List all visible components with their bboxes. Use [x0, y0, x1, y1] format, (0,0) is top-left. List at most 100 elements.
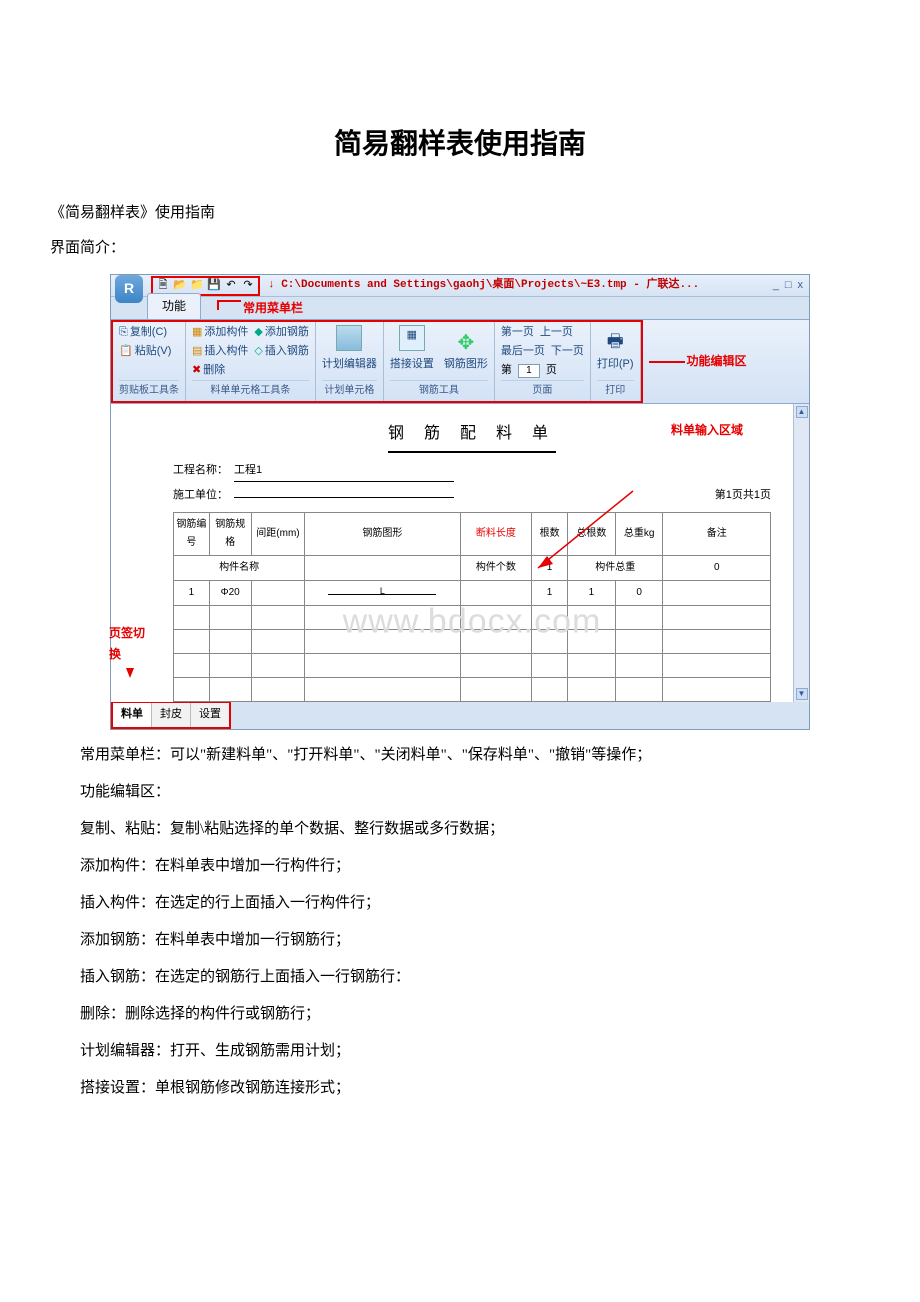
lap-setting-button[interactable]: ▦ 搭接设置 [390, 325, 434, 375]
new-icon[interactable]: 🗎 [156, 279, 170, 293]
table-header-row: 钢筋编号 钢筋规格 间距(mm) 钢筋图形 断料长度 根数 总根数 总重kg 备… [174, 512, 771, 555]
insert-rebar-button[interactable]: ◇插入钢筋 [254, 344, 308, 359]
explain-p1: 常用菜单栏：可以"新建料单"、"打开料单"、"关闭料单"、"保存料单"、"撤销"… [50, 742, 890, 769]
plan-editor-icon [336, 325, 362, 351]
scroll-down-icon[interactable]: ▼ [796, 688, 808, 700]
tab-cover[interactable]: 封皮 [152, 703, 191, 727]
last-page-button[interactable]: 最后一页 [501, 344, 545, 359]
paste-label: 粘贴(V) [135, 344, 172, 359]
maximize-icon[interactable]: □ [785, 276, 792, 296]
tab-material-list[interactable]: 料单 [113, 703, 152, 727]
construction-unit-value[interactable] [234, 497, 454, 498]
explain-p2: 功能编辑区： [50, 779, 890, 806]
table-row[interactable] [174, 677, 771, 701]
first-page-button[interactable]: 第一页 [501, 325, 534, 340]
table-row[interactable] [174, 605, 771, 629]
cell-spec[interactable]: Φ20 [209, 580, 251, 605]
ribbon-group-tools: ▦ 搭接设置 ✥ 钢筋图形 钢筋工具 [384, 322, 495, 401]
th-spec: 钢筋规格 [209, 512, 251, 555]
app-logo[interactable]: R [115, 275, 143, 303]
print-button[interactable]: 🖶 打印(P) [597, 325, 634, 375]
ribbon-bar: ⎘ 复制(C) 📋 粘贴(V) 剪贴板工具条 ▦添加构件 ◆添加钢筋 [111, 319, 809, 404]
insert-icon: ▤ [192, 344, 202, 359]
page-prefix: 第 [501, 363, 512, 378]
print-icon: 🖶 [602, 325, 628, 351]
add-icon: ▦ [192, 325, 202, 340]
th-no: 钢筋编号 [174, 512, 210, 555]
lap-label: 搭接设置 [390, 355, 434, 375]
component-name-value[interactable] [305, 555, 460, 580]
add-rebar-icon: ◆ [254, 325, 262, 340]
print-label: 打印(P) [597, 355, 634, 375]
table-row[interactable] [174, 629, 771, 653]
cell-no[interactable]: 1 [174, 580, 210, 605]
delete-button[interactable]: ✖删除 [192, 363, 225, 378]
next-page-button[interactable]: 下一页 [551, 344, 584, 359]
plan-editor-button[interactable]: 计划编辑器 [322, 325, 377, 375]
scroll-up-icon[interactable]: ▲ [796, 406, 808, 418]
th-total: 总根数 [567, 512, 615, 555]
sheet-pager: 第1页共1页 [715, 486, 771, 506]
copy-button[interactable]: ⎘ 复制(C) [119, 325, 179, 340]
add-rebar-button[interactable]: ◆添加钢筋 [254, 325, 308, 340]
add-component-button[interactable]: ▦添加构件 [192, 325, 248, 340]
paste-button[interactable]: 📋 粘贴(V) [119, 344, 179, 359]
ribbon-tab-main[interactable]: 功能 [147, 293, 201, 320]
th-weight: 总重kg [615, 512, 663, 555]
page-group-label: 页面 [501, 380, 584, 400]
cell-count[interactable]: 1 [532, 580, 568, 605]
explain-p6: 添加钢筋：在料单表中增加一行钢筋行； [50, 927, 890, 954]
save-icon[interactable]: 💾 [207, 279, 221, 293]
ribbon-group-cell: ▦添加构件 ◆添加钢筋 ▤插入构件 ◇插入钢筋 ✖删除 料单单元格工具条 [186, 322, 316, 401]
explain-p4: 添加构件：在料单表中增加一行构件行； [50, 853, 890, 880]
insert-component-button[interactable]: ▤插入构件 [192, 344, 248, 359]
cell-cut[interactable] [460, 580, 532, 605]
cell-note[interactable] [663, 580, 771, 605]
page-number-input[interactable] [518, 364, 540, 378]
left-gutter: 页签切换 [111, 404, 151, 701]
quick-access-row: R 🗎 📂 📁 💾 ↶ ↷ ↓ C:\Documents and Setting… [111, 275, 809, 297]
vertical-scrollbar[interactable]: ▲ ▼ [793, 404, 809, 701]
explain-p9: 计划编辑器：打开、生成钢筋需用计划； [50, 1038, 890, 1065]
ribbon-group-print: 🖶 打印(P) 打印 [591, 322, 641, 401]
explain-p8: 删除：删除选择的构件行或钢筋行； [50, 1001, 890, 1028]
cell-group-label: 料单单元格工具条 [192, 380, 309, 400]
add-rebar-label: 添加钢筋 [265, 325, 309, 340]
open-icon[interactable]: 📂 [173, 279, 187, 293]
th-span: 间距(mm) [251, 512, 305, 555]
project-name-value[interactable]: 工程1 [234, 461, 454, 482]
th-count: 根数 [532, 512, 568, 555]
page-suffix: 页 [546, 363, 557, 378]
sheet-area: 钢 筋 配 料 单 料单输入区域 工程名称： 工程1 施工单位： 第1页共1页 … [151, 404, 793, 701]
ribbon-group-clipboard: ⎘ 复制(C) 📋 粘贴(V) 剪贴板工具条 [113, 322, 186, 401]
cell-span[interactable] [251, 580, 305, 605]
table-row[interactable]: 1 Φ20 1 1 0 [174, 580, 771, 605]
table-row[interactable] [174, 653, 771, 677]
rebar-shape-button[interactable]: ✥ 钢筋图形 [444, 325, 488, 375]
cell-weight[interactable]: 0 [615, 580, 663, 605]
close-file-icon[interactable]: 📁 [190, 279, 204, 293]
explain-p10: 搭接设置：单根钢筋修改钢筋连接形式； [50, 1075, 890, 1102]
function-edit-outline: ⎘ 复制(C) 📋 粘贴(V) 剪贴板工具条 ▦添加构件 ◆添加钢筋 [111, 320, 643, 403]
component-name-label: 构件名称 [174, 555, 305, 580]
component-row[interactable]: 构件名称 构件个数 1 构件总重 0 [174, 555, 771, 580]
undo-icon[interactable]: ↶ [224, 279, 238, 293]
th-shape: 钢筋图形 [305, 512, 460, 555]
explanation-text: 常用菜单栏：可以"新建料单"、"打开料单"、"关闭料单"、"保存料单"、"撤销"… [30, 742, 890, 1102]
component-weight-label: 构件总重 [567, 555, 663, 580]
minimize-icon[interactable]: _ [773, 276, 779, 296]
add-component-label: 添加构件 [204, 325, 248, 340]
redo-icon[interactable]: ↷ [241, 279, 255, 293]
annotation-common-menu: 常用菜单栏 [217, 298, 303, 320]
component-count-value[interactable]: 1 [532, 555, 568, 580]
window-controls: _ □ x [773, 276, 809, 296]
clipboard-group-label: 剪贴板工具条 [119, 380, 179, 400]
cell-shape[interactable] [305, 580, 460, 605]
close-icon[interactable]: x [798, 276, 804, 296]
construction-unit-label: 施工单位： [173, 486, 228, 506]
plan-editor-label: 计划编辑器 [322, 355, 377, 375]
cell-total[interactable]: 1 [567, 580, 615, 605]
prev-page-button[interactable]: 上一页 [540, 325, 573, 340]
component-weight-value[interactable]: 0 [663, 555, 771, 580]
tab-settings[interactable]: 设置 [191, 703, 229, 727]
